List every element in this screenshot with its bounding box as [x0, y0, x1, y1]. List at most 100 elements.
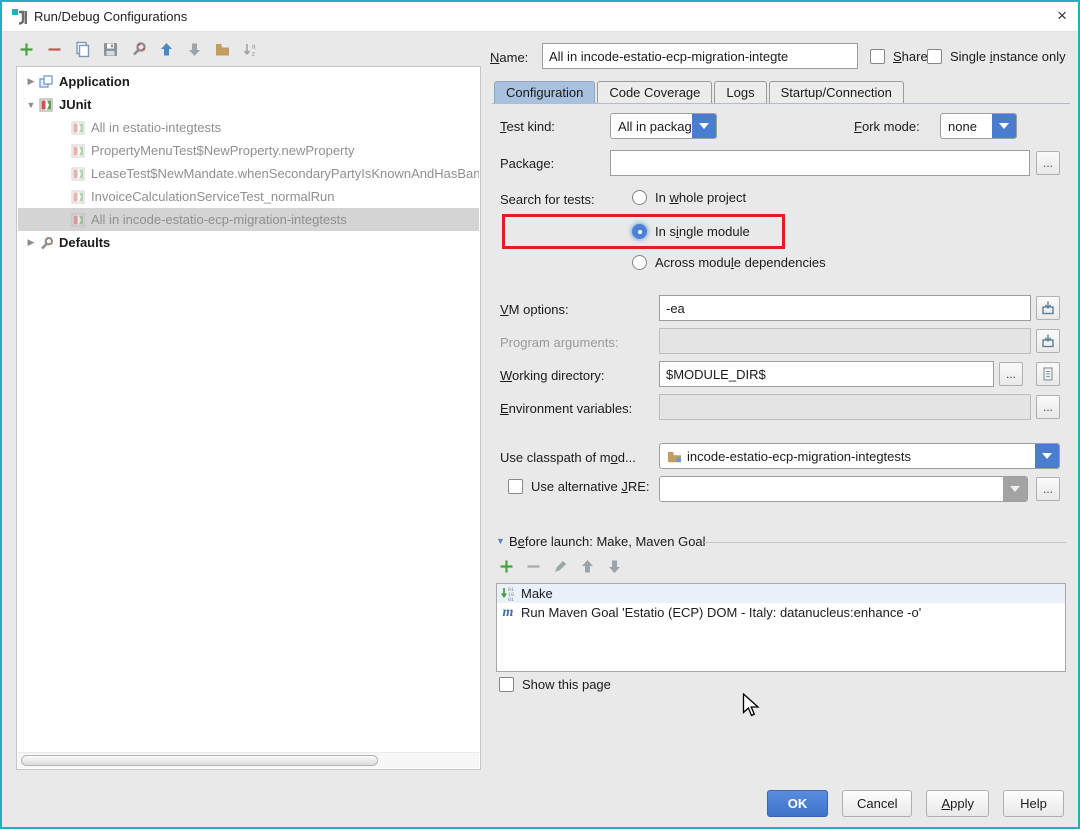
- name-input[interactable]: [542, 43, 858, 69]
- chevron-down-icon[interactable]: [1035, 444, 1059, 468]
- new-folder-icon[interactable]: [214, 41, 231, 58]
- highlight-red-box: In single module: [502, 214, 785, 249]
- settings-tabs: Configuration Code Coverage Logs Startup…: [494, 81, 904, 104]
- move-up-icon[interactable]: [158, 41, 175, 58]
- package-input[interactable]: [610, 150, 1030, 176]
- horizontal-scrollbar[interactable]: [18, 752, 479, 768]
- tree-item-defaults[interactable]: ▶ Defaults: [18, 231, 479, 254]
- remove-icon[interactable]: [46, 41, 63, 58]
- section-divider: [704, 542, 1066, 543]
- svg-text:01: 01: [508, 597, 514, 602]
- share-label: Share: [893, 49, 928, 64]
- radio-button[interactable]: [632, 255, 647, 270]
- test-kind-combobox[interactable]: All in package: [610, 113, 717, 139]
- tree-item-label: Application: [59, 74, 130, 89]
- package-browse-button[interactable]: ...: [1036, 151, 1060, 175]
- environment-variables-input[interactable]: [659, 394, 1031, 420]
- collapse-triangle-icon[interactable]: ▼: [496, 536, 505, 546]
- module-folder-icon: [667, 450, 682, 463]
- move-up-icon[interactable]: [579, 558, 596, 575]
- edit-defaults-icon[interactable]: [130, 41, 147, 58]
- sort-alphabetically-icon[interactable]: az: [242, 41, 259, 58]
- environment-variables-browse-button[interactable]: ...: [1036, 395, 1060, 419]
- chevron-down-icon[interactable]: ▼: [23, 100, 39, 110]
- tree-item-config[interactable]: LeaseTest$NewMandate.whenSecondaryPartyI…: [18, 162, 479, 185]
- insert-macro-button[interactable]: [1036, 362, 1060, 386]
- add-icon[interactable]: [18, 41, 35, 58]
- chevron-right-icon[interactable]: ▶: [23, 237, 39, 248]
- working-directory-label: Working directory:: [500, 368, 605, 383]
- alternative-jre-combobox[interactable]: [659, 476, 1028, 502]
- save-icon[interactable]: [102, 41, 119, 58]
- before-launch-header[interactable]: Before launch: Make, Maven Goal: [509, 534, 706, 549]
- title-bar: Run/Debug Configurations ×: [2, 2, 1078, 32]
- move-down-icon[interactable]: [606, 558, 623, 575]
- show-this-page-option[interactable]: Show this page: [499, 677, 611, 692]
- fork-mode-combobox[interactable]: none: [940, 113, 1017, 139]
- vm-options-input[interactable]: [659, 295, 1031, 321]
- radio-button[interactable]: [632, 190, 647, 205]
- working-directory-input[interactable]: [659, 361, 994, 387]
- tab-startup-connection[interactable]: Startup/Connection: [769, 81, 904, 104]
- configurations-toolbar: az: [18, 41, 259, 58]
- radio-in-single-module[interactable]: In single module: [655, 224, 750, 239]
- tab-logs[interactable]: Logs: [714, 81, 766, 104]
- move-down-icon[interactable]: [186, 41, 203, 58]
- show-this-page-checkbox[interactable]: [499, 677, 514, 692]
- share-option[interactable]: Share: [870, 49, 928, 64]
- ok-button[interactable]: OK: [767, 790, 828, 817]
- test-kind-value: All in package: [611, 119, 692, 134]
- working-directory-browse-button[interactable]: ...: [999, 362, 1023, 386]
- alternative-jre-checkbox[interactable]: [508, 479, 523, 494]
- cancel-button[interactable]: Cancel: [842, 790, 912, 817]
- classpath-module-value: incode-estatio-ecp-migration-integtests: [687, 449, 911, 464]
- close-icon[interactable]: ×: [1057, 6, 1067, 26]
- before-launch-item-maven[interactable]: m Run Maven Goal 'Estatio (ECP) DOM - It…: [497, 603, 1065, 622]
- tree-item-config[interactable]: InvoiceCalculationServiceTest_normalRun: [18, 185, 479, 208]
- junit-config-icon: [71, 167, 85, 181]
- expand-program-arguments-button[interactable]: [1036, 329, 1060, 353]
- alternative-jre-browse-button[interactable]: ...: [1036, 477, 1060, 501]
- expand-vm-options-button[interactable]: [1036, 296, 1060, 320]
- share-checkbox[interactable]: [870, 49, 885, 64]
- tree-item-label: PropertyMenuTest$NewProperty.newProperty: [91, 143, 355, 158]
- apply-button[interactable]: Apply: [926, 790, 989, 817]
- fork-mode-value: none: [941, 119, 992, 134]
- chevron-down-icon[interactable]: [692, 114, 716, 138]
- single-instance-option[interactable]: Single instance only: [927, 49, 1066, 64]
- chevron-right-icon[interactable]: ▶: [23, 76, 39, 87]
- single-instance-label: Single instance only: [950, 49, 1066, 64]
- tab-code-coverage[interactable]: Code Coverage: [597, 81, 712, 104]
- radio-button-selected[interactable]: [632, 224, 647, 239]
- copy-icon[interactable]: [74, 41, 91, 58]
- tree-item-junit[interactable]: ▼ JUnit: [18, 93, 479, 116]
- classpath-module-combobox[interactable]: incode-estatio-ecp-migration-integtests: [659, 443, 1060, 469]
- tree-rows: ▶ Application ▼ JUnit All in estatio-int…: [18, 70, 479, 752]
- tree-item-config[interactable]: PropertyMenuTest$NewProperty.newProperty: [18, 139, 479, 162]
- show-this-page-label: Show this page: [522, 677, 611, 692]
- tree-item-label: InvoiceCalculationServiceTest_normalRun: [91, 189, 335, 204]
- use-alternative-jre-option[interactable]: Use alternative JRE:: [508, 479, 650, 494]
- configurations-tree: ▶ Application ▼ JUnit All in estatio-int…: [16, 66, 481, 770]
- chevron-down-icon[interactable]: [992, 114, 1016, 138]
- tree-item-config-selected[interactable]: All in incode-estatio-ecp-migration-inte…: [18, 208, 479, 231]
- run-debug-configurations-dialog: Run/Debug Configurations × az ▶ Applicat…: [0, 0, 1080, 829]
- fork-mode-label: Fork mode:: [854, 119, 920, 134]
- junit-config-icon: [71, 121, 85, 135]
- before-launch-item-make[interactable]: 01 10 01 Make: [497, 584, 1065, 603]
- tree-item-config[interactable]: All in estatio-integtests: [18, 116, 479, 139]
- add-icon[interactable]: [498, 558, 515, 575]
- make-icon: 01 10 01: [500, 586, 516, 602]
- radio-across-module-dependencies[interactable]: Across module dependencies: [632, 255, 826, 270]
- radio-in-whole-project[interactable]: In whole project: [632, 190, 746, 205]
- tab-configuration[interactable]: Configuration: [494, 81, 595, 104]
- help-button[interactable]: Help: [1003, 790, 1064, 817]
- chevron-down-icon[interactable]: [1003, 477, 1027, 501]
- scrollbar-thumb[interactable]: [21, 755, 378, 766]
- search-for-tests-label: Search for tests:: [500, 192, 595, 207]
- remove-icon[interactable]: [525, 558, 542, 575]
- edit-pencil-icon[interactable]: [552, 558, 569, 575]
- expand-icon: [1041, 301, 1055, 315]
- tree-item-application[interactable]: ▶ Application: [18, 70, 479, 93]
- single-instance-checkbox[interactable]: [927, 49, 942, 64]
